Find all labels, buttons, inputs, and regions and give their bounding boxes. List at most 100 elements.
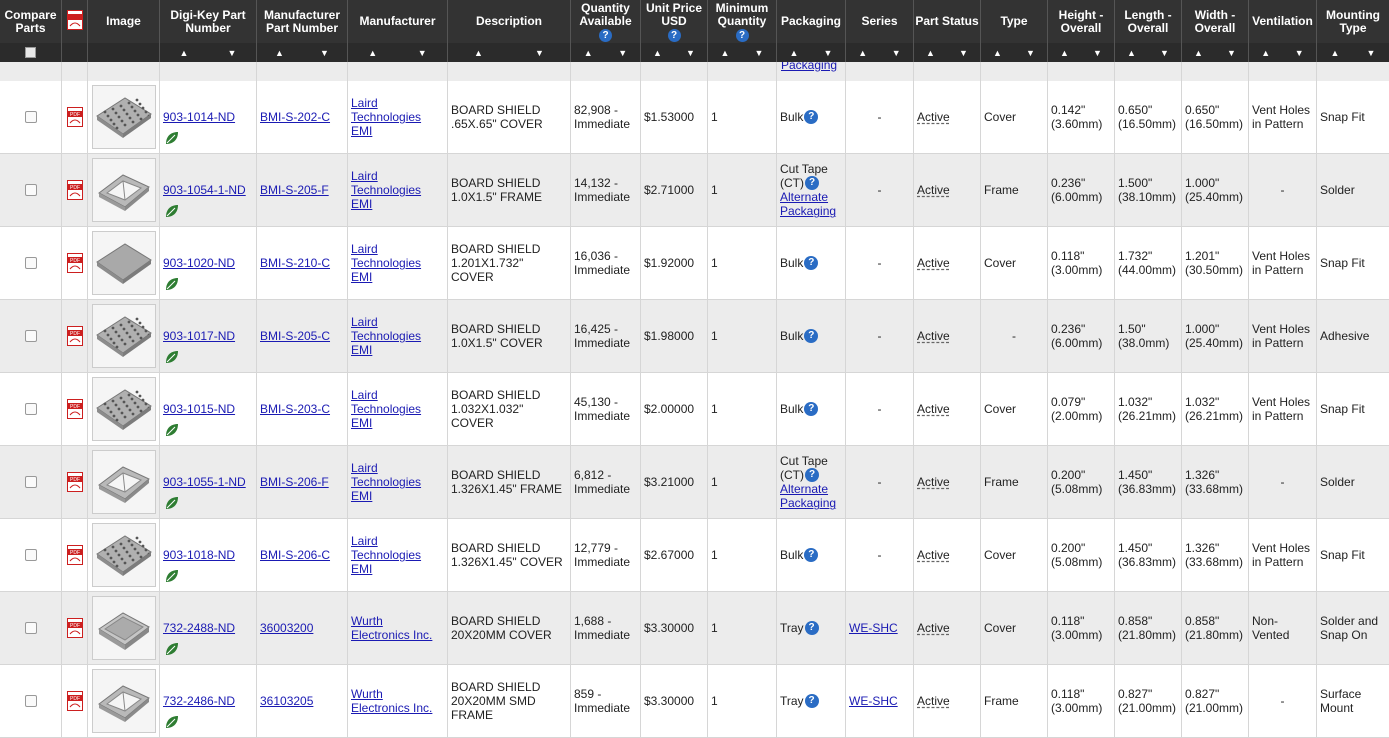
sort-ascending-icon[interactable]: ▲ bbox=[1127, 48, 1136, 58]
manufacturer-part-link[interactable]: BMI-S-210-C bbox=[260, 256, 330, 270]
pdf-icon[interactable]: PDF bbox=[66, 618, 83, 638]
product-image[interactable] bbox=[91, 85, 156, 149]
sort-ascending-icon[interactable]: ▲ bbox=[584, 48, 593, 58]
digikey-part-link[interactable]: 903-1018-ND bbox=[163, 548, 235, 562]
manufacturer-link[interactable]: Laird Technologies EMI bbox=[351, 315, 444, 357]
sort-ascending-icon[interactable]: ▲ bbox=[1194, 48, 1203, 58]
compare-checkbox[interactable] bbox=[24, 549, 37, 561]
sort-ascending-icon[interactable]: ▲ bbox=[1060, 48, 1069, 58]
digikey-part-link[interactable]: 732-2486-ND bbox=[163, 694, 235, 708]
sort-descending-icon[interactable]: ▼ bbox=[1093, 48, 1102, 58]
manufacturer-part-link[interactable]: BMI-S-206-C bbox=[260, 548, 330, 562]
help-icon[interactable]: ? bbox=[667, 28, 681, 42]
sort-ascending-icon[interactable]: ▲ bbox=[368, 48, 377, 58]
help-icon[interactable]: ? bbox=[804, 329, 819, 344]
compare-checkbox[interactable] bbox=[24, 622, 37, 634]
pdf-icon[interactable]: PDF bbox=[66, 107, 83, 127]
help-icon[interactable]: ? bbox=[804, 694, 819, 709]
help-icon[interactable]: ? bbox=[804, 548, 819, 563]
manufacturer-part-link[interactable]: BMI-S-205-F bbox=[260, 183, 329, 197]
product-image[interactable] bbox=[91, 596, 156, 660]
sort-ascending-icon[interactable]: ▲ bbox=[858, 48, 867, 58]
compare-checkbox[interactable] bbox=[24, 257, 37, 269]
product-image[interactable] bbox=[91, 304, 156, 368]
manufacturer-link[interactable]: Laird Technologies EMI bbox=[351, 388, 444, 430]
sort-ascending-icon[interactable]: ▲ bbox=[926, 48, 935, 58]
digikey-part-link[interactable]: 903-1055-1-ND bbox=[163, 475, 246, 489]
help-icon[interactable]: ? bbox=[805, 176, 819, 191]
sort-descending-icon[interactable]: ▼ bbox=[1295, 48, 1304, 58]
manufacturer-link[interactable]: Laird Technologies EMI bbox=[351, 461, 444, 503]
alternate-packaging-link[interactable]: Alternate Packaging bbox=[780, 190, 836, 218]
compare-checkbox[interactable] bbox=[24, 330, 37, 342]
pdf-icon[interactable]: PDF bbox=[66, 691, 83, 711]
product-image[interactable] bbox=[91, 450, 156, 514]
manufacturer-link[interactable]: Laird Technologies EMI bbox=[351, 169, 444, 211]
sort-descending-icon[interactable]: ▼ bbox=[1227, 48, 1236, 58]
product-image[interactable] bbox=[91, 231, 156, 295]
digikey-part-link[interactable]: 903-1017-ND bbox=[163, 329, 235, 343]
manufacturer-part-link[interactable]: 36003200 bbox=[260, 621, 313, 635]
sort-descending-icon[interactable]: ▼ bbox=[228, 48, 237, 58]
product-image[interactable] bbox=[91, 523, 156, 587]
digikey-part-link[interactable]: 903-1014-ND bbox=[163, 110, 235, 124]
pdf-icon[interactable]: PDF bbox=[66, 326, 83, 346]
alternate-packaging-link[interactable]: Alternate Packaging bbox=[780, 482, 836, 510]
sort-descending-icon[interactable]: ▼ bbox=[755, 48, 764, 58]
sort-ascending-icon[interactable]: ▲ bbox=[721, 48, 730, 58]
pdf-icon[interactable]: PDF bbox=[66, 472, 83, 492]
series-link[interactable]: WE-SHC bbox=[849, 694, 898, 708]
product-image[interactable] bbox=[91, 669, 156, 733]
pdf-icon[interactable]: PDF bbox=[66, 545, 83, 565]
sort-ascending-icon[interactable]: ▲ bbox=[993, 48, 1002, 58]
sort-descending-icon[interactable]: ▼ bbox=[686, 48, 695, 58]
manufacturer-part-link[interactable]: BMI-S-202-C bbox=[260, 110, 330, 124]
manufacturer-part-link[interactable]: BMI-S-203-C bbox=[260, 402, 330, 416]
sort-descending-icon[interactable]: ▼ bbox=[320, 48, 329, 58]
sort-ascending-icon[interactable]: ▲ bbox=[474, 48, 483, 58]
manufacturer-part-link[interactable]: 36103205 bbox=[260, 694, 313, 708]
compare-checkbox[interactable] bbox=[24, 403, 37, 415]
manufacturer-link[interactable]: Wurth Electronics Inc. bbox=[351, 614, 444, 642]
product-image[interactable] bbox=[91, 377, 156, 441]
sort-ascending-icon[interactable]: ▲ bbox=[180, 48, 189, 58]
help-icon[interactable]: ? bbox=[735, 28, 749, 42]
sort-ascending-icon[interactable]: ▲ bbox=[275, 48, 284, 58]
digikey-part-link[interactable]: 903-1015-ND bbox=[163, 402, 235, 416]
sort-descending-icon[interactable]: ▼ bbox=[959, 48, 968, 58]
compare-all-checkbox[interactable] bbox=[25, 47, 36, 58]
pdf-icon[interactable]: PDF bbox=[66, 180, 83, 200]
sort-descending-icon[interactable]: ▼ bbox=[618, 48, 627, 58]
digikey-part-link[interactable]: 903-1020-ND bbox=[163, 256, 235, 270]
pdf-icon[interactable]: PDF bbox=[66, 253, 83, 273]
help-icon[interactable]: ? bbox=[599, 28, 612, 42]
manufacturer-link[interactable]: Laird Technologies EMI bbox=[351, 242, 444, 284]
help-icon[interactable]: ? bbox=[804, 110, 819, 125]
sort-ascending-icon[interactable]: ▲ bbox=[653, 48, 662, 58]
sort-ascending-icon[interactable]: ▲ bbox=[790, 48, 799, 58]
compare-checkbox[interactable] bbox=[24, 111, 37, 123]
pdf-icon[interactable]: PDF bbox=[66, 399, 83, 419]
manufacturer-link[interactable]: Laird Technologies EMI bbox=[351, 96, 444, 138]
sort-descending-icon[interactable]: ▼ bbox=[1160, 48, 1169, 58]
sort-ascending-icon[interactable]: ▲ bbox=[1261, 48, 1270, 58]
compare-checkbox[interactable] bbox=[24, 476, 37, 488]
digikey-part-link[interactable]: 903-1054-1-ND bbox=[163, 183, 246, 197]
help-icon[interactable]: ? bbox=[804, 256, 819, 271]
series-link[interactable]: WE-SHC bbox=[849, 621, 898, 635]
sort-descending-icon[interactable]: ▼ bbox=[535, 48, 544, 58]
manufacturer-link[interactable]: Wurth Electronics Inc. bbox=[351, 687, 444, 715]
sort-ascending-icon[interactable]: ▲ bbox=[1331, 48, 1340, 58]
sort-descending-icon[interactable]: ▼ bbox=[892, 48, 901, 58]
manufacturer-part-link[interactable]: BMI-S-206-F bbox=[260, 475, 329, 489]
product-image[interactable] bbox=[91, 158, 156, 222]
sort-descending-icon[interactable]: ▼ bbox=[824, 48, 833, 58]
help-icon[interactable]: ? bbox=[805, 468, 819, 483]
sort-descending-icon[interactable]: ▼ bbox=[1367, 48, 1376, 58]
manufacturer-part-link[interactable]: BMI-S-205-C bbox=[260, 329, 330, 343]
compare-checkbox[interactable] bbox=[24, 184, 37, 196]
sort-descending-icon[interactable]: ▼ bbox=[1026, 48, 1035, 58]
help-icon[interactable]: ? bbox=[804, 621, 819, 636]
sort-descending-icon[interactable]: ▼ bbox=[418, 48, 427, 58]
alternate-packaging-link[interactable]: Packaging bbox=[781, 62, 837, 72]
